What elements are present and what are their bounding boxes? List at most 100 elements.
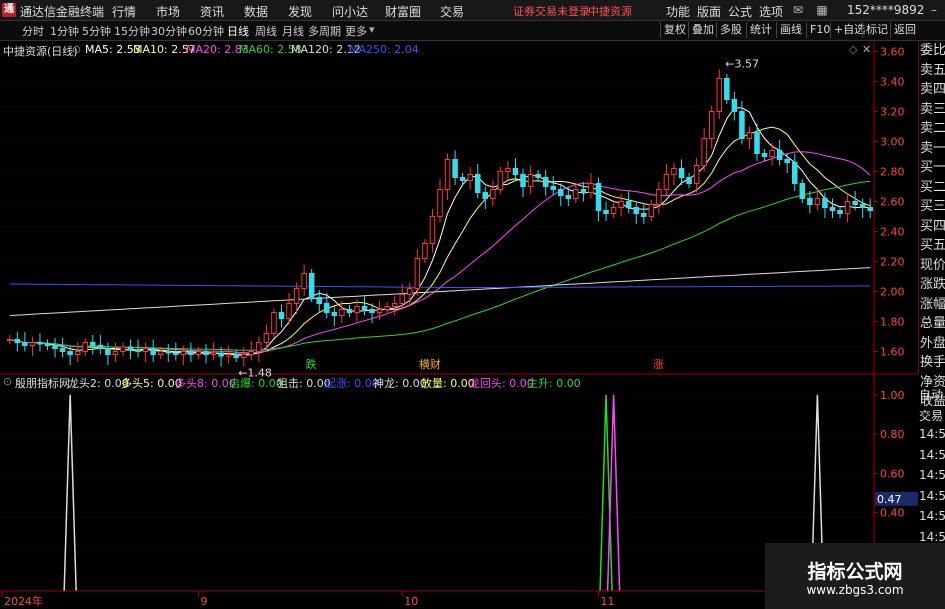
diejia-button[interactable]: 叠加: [688, 22, 717, 38]
mail-icon[interactable]: ✉: [790, 2, 806, 18]
candle-body: [829, 207, 836, 211]
candle-body: [225, 354, 232, 357]
menu-wenxiaoda[interactable]: 问小达: [332, 3, 368, 20]
x-tick-label: 2024年: [4, 594, 43, 608]
side-item-10[interactable]: 买五: [919, 236, 945, 256]
candle-body: [203, 351, 209, 355]
period-15min[interactable]: 15分钟: [114, 23, 150, 39]
trade-item-0[interactable]: 自动: [919, 386, 943, 403]
diamond-icon[interactable]: ◇: [849, 43, 857, 56]
period-fenshi[interactable]: 分时: [22, 23, 44, 39]
menu-shuju[interactable]: 数据: [244, 3, 268, 20]
candle-body: [331, 312, 338, 316]
side-item-16[interactable]: 换手: [919, 353, 945, 373]
menu-shichang[interactable]: 市场: [156, 3, 180, 20]
period-weekly[interactable]: 周线: [255, 23, 277, 39]
side-item-3[interactable]: 卖三: [919, 100, 945, 120]
candle-body: [641, 213, 647, 217]
candle-body: [112, 351, 119, 355]
candle-body: [603, 210, 609, 214]
side-item-7[interactable]: 买二: [919, 178, 945, 198]
minimize-icon[interactable]: –: [926, 2, 942, 18]
trade-item-5[interactable]: 14:56: [919, 489, 945, 503]
field-longtou2: 龙头2: 0.00: [68, 377, 129, 390]
period-multi[interactable]: 多周期: [308, 23, 341, 39]
candle-body: [784, 159, 790, 163]
side-item-12[interactable]: 涨跌: [919, 275, 945, 295]
period-1min[interactable]: 1分钟: [50, 23, 79, 39]
menu-faxian[interactable]: 发现: [288, 3, 312, 20]
menu-zixun[interactable]: 资讯: [200, 3, 224, 20]
candle-body: [74, 351, 81, 355]
tongji-button[interactable]: 统计: [746, 22, 775, 38]
kline-chart[interactable]: 3.60 3.40 3.20 3.00 2.80 2.60 2.40 2.20 2.00 1.80…: [0, 41, 918, 609]
candle-body: [814, 198, 821, 205]
candle-body: [678, 168, 685, 178]
mark-button[interactable]: 标记: [862, 22, 891, 38]
candle-body: [573, 189, 579, 199]
candle-body: [452, 159, 458, 178]
indicator-settings-icon[interactable]: ⊙: [3, 375, 12, 388]
trade-item-4[interactable]: 14:56: [919, 468, 945, 482]
login-notice[interactable]: 证券交易未登录: [513, 3, 590, 19]
side-item-8[interactable]: 买三: [919, 197, 945, 217]
menu-hangqing[interactable]: 行情: [112, 3, 136, 20]
duogu-button[interactable]: 多股: [716, 22, 745, 38]
menu-banmian[interactable]: 版面: [697, 3, 721, 20]
candle-body: [210, 352, 217, 355]
candle-body: [293, 288, 300, 304]
ma250-label: MA250: 2.04: [349, 43, 419, 56]
period-60min[interactable]: 60分钟: [188, 23, 224, 39]
close-panel-icon[interactable]: ✕: [862, 43, 871, 56]
candle-body: [339, 309, 345, 316]
y-tick-label: 2.20: [880, 256, 905, 269]
field-duotou5: 多头5: 0.00: [121, 377, 182, 390]
menu-caifuquan[interactable]: 财富圈: [385, 3, 421, 20]
period-monthly[interactable]: 月线: [282, 23, 304, 39]
candle-body: [739, 111, 745, 139]
candle-body: [580, 189, 587, 193]
menu-gongneng[interactable]: 功能: [666, 3, 690, 20]
stock-source-notice: 中捷资源: [588, 5, 632, 18]
side-item-14[interactable]: 总量: [919, 314, 945, 334]
side-item-9[interactable]: 买四: [919, 217, 945, 237]
trade-item-7[interactable]: 14:56: [919, 530, 945, 544]
user-phone[interactable]: 152****9892: [847, 3, 924, 17]
settings-chevron-icon[interactable]: ⊙: [72, 43, 81, 56]
candle-body: [82, 342, 89, 352]
trade-item-6[interactable]: 14:56: [919, 509, 945, 523]
more-chevron-icon[interactable]: ▾: [369, 23, 375, 36]
field-juji: 狙击: 0.00: [277, 377, 331, 390]
side-item-0[interactable]: 委比: [919, 41, 945, 61]
trade-item-1[interactable]: 交易: [919, 407, 943, 424]
candle-body: [867, 207, 873, 211]
side-item-4[interactable]: 卖二: [919, 119, 945, 139]
side-item-11[interactable]: 现价: [919, 256, 945, 276]
side-item-1[interactable]: 卖五: [919, 61, 945, 81]
y-tick-label: 1.60: [880, 346, 905, 359]
period-more[interactable]: 更多: [345, 23, 367, 39]
grid-icon[interactable]: ▦: [814, 2, 830, 18]
field-qibao: 启爆: 0.00: [229, 377, 283, 390]
back-button[interactable]: 返回: [890, 22, 919, 38]
menu-jiaoyi[interactable]: 交易: [440, 3, 464, 20]
candle-body: [837, 210, 843, 214]
side-item-6[interactable]: 买一: [919, 158, 945, 178]
menu-xuanxiang[interactable]: 选项: [759, 3, 783, 20]
huaxian-button[interactable]: 画线: [776, 22, 805, 38]
field-duotou8: 多头8: 0.00: [175, 377, 236, 390]
trade-item-3[interactable]: 14:56: [919, 448, 945, 462]
side-item-2[interactable]: 卖四: [919, 80, 945, 100]
side-item-15[interactable]: 外盘: [919, 334, 945, 354]
y-tick-label: 2.80: [880, 166, 905, 179]
menu-gongshi[interactable]: 公式: [728, 3, 752, 20]
side-item-13[interactable]: 涨幅: [919, 295, 945, 315]
period-30min[interactable]: 30分钟: [151, 23, 187, 39]
fuquan-button[interactable]: 复权: [660, 22, 689, 38]
candle-body: [769, 150, 775, 157]
period-daily[interactable]: 日线: [227, 23, 249, 39]
period-5min[interactable]: 5分钟: [82, 23, 111, 39]
candle-body: [422, 243, 428, 259]
side-item-5[interactable]: 卖一: [919, 139, 945, 159]
trade-item-2[interactable]: 14:56: [919, 427, 945, 441]
